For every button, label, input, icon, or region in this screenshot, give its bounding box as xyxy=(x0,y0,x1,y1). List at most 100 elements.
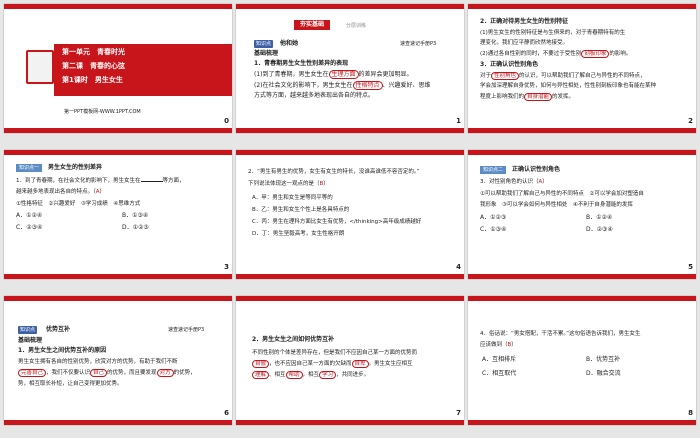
text-span: 3．对性别角色的认识（ xyxy=(480,179,539,185)
bottom-red-band xyxy=(468,420,696,425)
question-line: 4．俗话说：“男女搭配，干活不累。”这句俗语告诉我们，男生女生 xyxy=(480,331,641,337)
topic-title: 他和她 xyxy=(280,40,299,47)
bottom-red-band xyxy=(236,128,464,133)
slide-thumbnail-3[interactable]: 知识点一 男生女生的性别差异 1．到了青春期，在社会文化的影响下，男生女生在 等方… xyxy=(4,150,232,279)
option-a: A．①②③ xyxy=(480,214,507,221)
option-a: A．①②④ xyxy=(16,212,43,219)
section-banner: 夯实基础 xyxy=(294,20,331,30)
period-title: 第1课时 男生女生 xyxy=(62,76,123,84)
text-span: (2)在社会文化的影响下，男生女生在 xyxy=(254,82,353,89)
site-footer: 第一PPT模板网-WWW.1PPT.COM xyxy=(64,109,141,115)
text-line: 完善自己 ，我们不仅要认识 自己 的优势，而且要发现 对方 的优势， xyxy=(18,369,196,377)
answer-blank xyxy=(140,181,163,182)
slide-number: 7 xyxy=(456,409,461,417)
option-b: B．优势互补 xyxy=(586,356,621,363)
text-span: ） xyxy=(323,181,329,187)
option-list: ①性格特征 ②兴趣爱好 ③学习成绩 ④思维方式 xyxy=(16,201,141,207)
slide-number: 8 xyxy=(688,409,693,417)
answer-oval: 性别角色 xyxy=(491,72,520,80)
text-span: 的优势， xyxy=(173,370,196,376)
text-span: 对于 xyxy=(480,73,492,79)
text-line: 学会加深理解自身优势，如何与异性相处，性性别刻板印象也有能在某种 xyxy=(480,82,656,90)
top-red-band xyxy=(4,4,232,9)
text-span: 程度上影响我们的 xyxy=(480,94,525,100)
top-red-band xyxy=(468,296,696,301)
text-line: 对于 性别角色 的认识，可以帮助我们了解自己与异性的不同特点， xyxy=(480,72,646,80)
knowledge-tag: 知识点一 xyxy=(16,164,43,172)
slide-number: 1 xyxy=(456,117,461,125)
subheading: 2．男生女生之间如何优势互补 xyxy=(252,336,335,343)
option-c: C．丙：男生在理科方面比女生有优势，</thinking>高年级成绩越好 xyxy=(252,219,422,225)
slide-thumbnail-6[interactable]: 知识点 优势互补 速查速记手册P3 基础梳理 1．男生女生之间优势互补的原因 男… xyxy=(4,296,232,425)
option-b: B．①③④ xyxy=(122,212,149,219)
subheading: 1．男生女生之间优势互补的原因 xyxy=(18,347,107,354)
slide-thumbnail-7[interactable]: 2．男生女生之间如何优势互补 不同性别的个体是差异存在，但是我们不应因自己某一方… xyxy=(236,296,464,425)
unit-title: 第一单元 青春时光 xyxy=(62,48,125,56)
question-line: 应该做到（B） xyxy=(480,341,517,349)
question-line: 2．“男生有男生的优势，女生有女生的特长，没谁高谁低不容否定的。” xyxy=(248,169,420,175)
text-line: (2)通过各自性别的同时，不要过于受性别 刻板印象 的影响。 xyxy=(480,50,631,58)
option-a: A．甲：男生和女生是等同平等的 xyxy=(252,195,333,201)
slide-number: 5 xyxy=(688,263,693,271)
slide-thumbnail-2[interactable]: 2．正确对待男生女生的性别特征 (1)男生女生的性别特征是与生俱来的，对于青春期… xyxy=(468,4,696,133)
option-d: D．①②③ xyxy=(122,224,149,231)
slide-number: 4 xyxy=(456,263,461,271)
option-d: D．丁：男生坚毅高考，女生性格开朗 xyxy=(252,231,345,237)
text-span: 下列说法体现这一观点的是（ xyxy=(248,181,320,187)
question-line: 3．对性别角色的认识（A） xyxy=(480,178,548,186)
bottom-red-band xyxy=(236,420,464,425)
slide-thumbnail-8[interactable]: 4．俗话说：“男女搭配，干活不累。”这句俗语告诉我们，男生女生 应该做到（B） … xyxy=(468,296,696,425)
text-span: (1)到了青春期，男生女生在 xyxy=(254,71,329,78)
text-span: 越来越多地表现出各自的特点。（ xyxy=(16,189,96,195)
text-span: 。男生女生应相互 xyxy=(368,361,413,367)
slide-thumbnail-1[interactable]: 夯实基础 分层训练 知识点 他和她 速查速记手册P3 基础梳理 1．青春期男生女… xyxy=(236,4,464,133)
book-icon xyxy=(26,50,54,84)
reference-text: 速查速记手册P3 xyxy=(400,41,437,47)
slide-number: 2 xyxy=(688,117,693,125)
answer-oval: 自傲 xyxy=(252,360,270,368)
answer-oval: 自卑 xyxy=(351,360,369,368)
slide-thumbnail-0[interactable]: 第一单元 青春时光 第二课 青春的心弦 第1课时 男生女生 第一PPT模板网-W… xyxy=(4,4,232,133)
text-span: 的影响。 xyxy=(609,51,632,57)
text-span: 学会加深理解自身 xyxy=(480,83,525,89)
option-b: B．①②④ xyxy=(586,214,613,221)
answer-oval: 生理方面 xyxy=(328,70,359,79)
text-line: 不同性别的个体是差异存在，但是我们不应因自己某一方面的优势而 xyxy=(252,350,418,356)
text-line: 势，相互取长补短，让自己变得更加优秀。 xyxy=(18,381,123,387)
answer-oval: 自身潜能 xyxy=(524,93,553,101)
answer-oval: 完善自己 xyxy=(18,369,47,377)
topic-title: 正确认识性别角色 xyxy=(512,166,561,173)
text-span: 的差异会更加明显。 xyxy=(358,71,413,78)
option-c: C．②③④ xyxy=(16,224,43,231)
topic-title: 优势互补 xyxy=(46,326,71,333)
basic-heading: 基础梳理 xyxy=(254,50,279,57)
bottom-red-band xyxy=(4,128,232,133)
text-span: ，共同进步。 xyxy=(336,372,370,378)
text-span: 优势，如何与异性相处，性性别刻板印象也有能在某种 xyxy=(524,83,657,89)
bottom-red-band xyxy=(4,420,232,425)
option-list: 我形象 ③可以学会如何与异性相处 ④不利于自身潜能的发挥 xyxy=(480,202,633,208)
slide-thumbnail-5[interactable]: 知识点二 正确认识性别角色 3．对性别角色的认识（A） ①可以帮助我们了解自己与… xyxy=(468,150,696,279)
top-red-band xyxy=(236,150,464,155)
top-red-band xyxy=(4,150,232,155)
subheading: 1．青春期男生女生性别差异的表现 xyxy=(254,60,349,67)
slide-number: 3 xyxy=(224,263,229,271)
option-list: ①可以帮助我们了解自己与异性的不同特点 ②可以学会加对塑造自 xyxy=(480,191,644,197)
knowledge-tag: 知识点 xyxy=(18,326,38,334)
text-span: ，我们不仅要认识 xyxy=(46,370,91,376)
text-span: (2)通过 xyxy=(480,51,499,57)
text-line: (1)到了青春期，男生女生在 生理方面 的差异会更加明显。 xyxy=(254,70,413,79)
answer-oval: 学习 xyxy=(319,371,337,379)
slide-number: 6 xyxy=(224,409,229,417)
slide-number: 0 xyxy=(224,117,229,125)
text-line: 理变化，我们应平静而欣然地接受。 xyxy=(480,40,569,46)
top-red-band xyxy=(468,4,696,9)
slide-thumbnail-4[interactable]: 2．“男生有男生的优势，女生有女生的特长，没谁高谁低不容否定的。” 下列说法体现… xyxy=(236,150,464,279)
text-line: 理解 、相互 帮助 ，相互 学习 ，共同进步。 xyxy=(252,371,369,379)
text-span: 应该做到（ xyxy=(480,342,508,348)
text-span: 的发挥。 xyxy=(552,94,575,100)
text-span: 、兴趣爱好、思维 xyxy=(382,82,431,89)
text-span: ） xyxy=(542,179,548,185)
option-d: D．融合交流 xyxy=(586,370,621,377)
text-line: 方式等方面，越来越多地表现出各自的特点。 xyxy=(254,92,375,99)
